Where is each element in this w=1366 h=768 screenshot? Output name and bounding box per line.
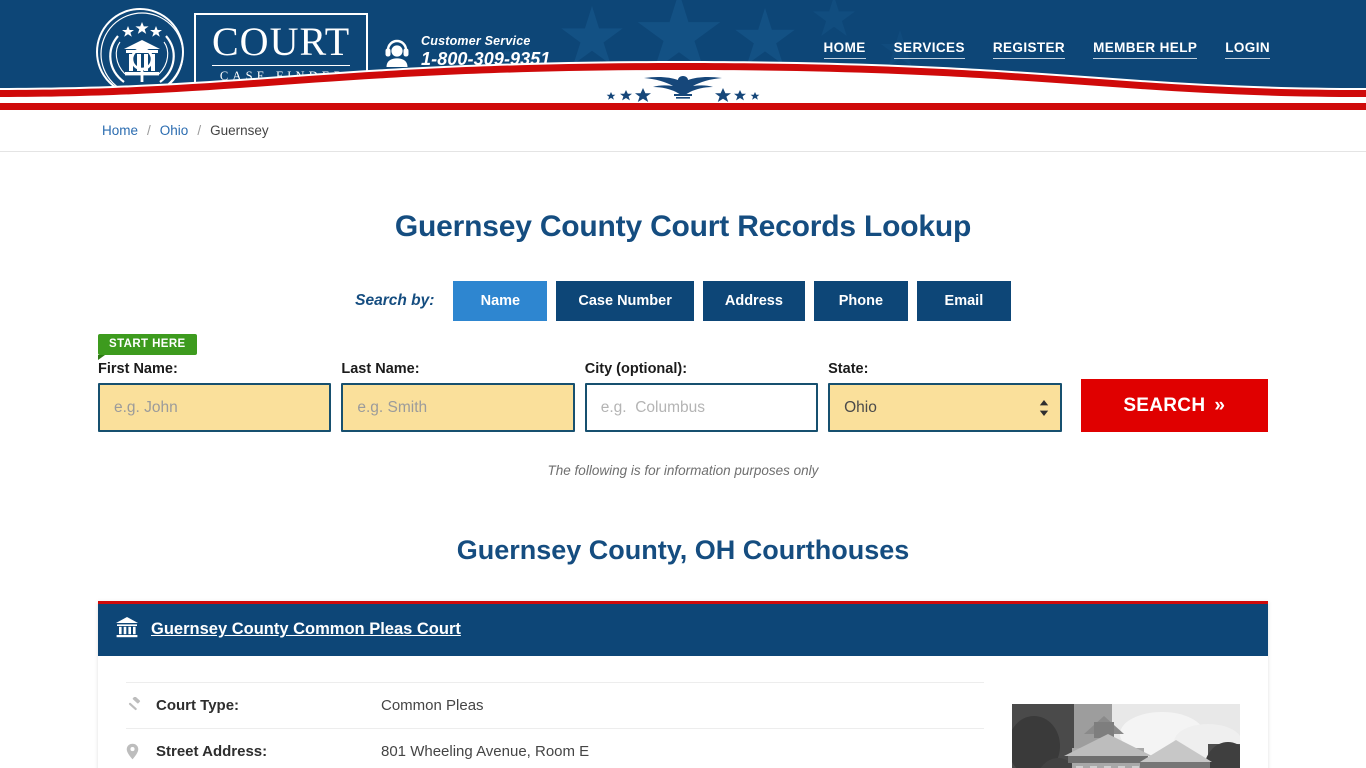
nav-item-register[interactable]: REGISTER [992,40,1066,59]
courthouse-detail-list: Court Type: Common Pleas Street Address:… [126,678,984,768]
breadcrumb-bar: Home / Ohio / Guernsey [0,110,1366,152]
nav-item-home[interactable]: HOME [823,40,866,59]
state-label: State: [828,361,869,377]
bank-courthouse-icon [115,616,139,643]
breadcrumb-item-home[interactable]: Home [102,123,138,138]
tab-name[interactable]: Name [453,281,548,321]
eagle-emblem-icon [588,72,778,102]
nav-item-services[interactable]: SERVICES [893,40,965,59]
courthouse-name-link[interactable]: Guernsey County Common Pleas Court [151,620,461,639]
tab-address[interactable]: Address [702,281,805,321]
detail-row: Court Type: Common Pleas [126,681,984,729]
tab-phone[interactable]: Phone [813,281,908,321]
courthouse-photo [1012,678,1240,768]
main-navigation: HOME SERVICES REGISTER MEMBER HELP LOGIN [823,40,1270,59]
detail-value: Common Pleas [381,696,484,714]
last-name-field-group: Last Name: [341,361,575,432]
city-field-group: City (optional): [584,361,819,432]
tab-email[interactable]: Email [916,281,1011,321]
detail-value: 801 Wheeling Avenue, Room E [381,743,590,760]
customer-service-block: Customer Service 1-800-309-9351 [383,34,551,70]
map-pin-icon [126,743,156,760]
customer-service-phone[interactable]: 1-800-309-9351 [421,49,551,70]
search-form-zone: START HERE First Name: Last Name: City (… [98,334,1269,432]
breadcrumb-item-current: Guernsey [210,123,269,138]
breadcrumb-item-ohio[interactable]: Ohio [160,123,189,138]
gavel-icon [126,697,156,713]
information-purposes-disclaimer: The following is for information purpose… [547,463,819,478]
site-logo[interactable]: COURT CASE FINDER [96,8,369,96]
logo-secondary-text: CASE FINDER [219,69,347,84]
customer-service-label: Customer Service [421,34,531,48]
breadcrumb-separator: / [147,123,151,138]
search-button[interactable]: SEARCH » [1080,379,1269,432]
search-by-label: Search by: [355,292,435,309]
last-name-label: Last Name: [341,361,420,377]
page-title: Guernsey County Court Records Lookup [394,210,972,243]
logo-wordmark: COURT CASE FINDER [194,13,369,91]
court-search-form: First Name: Last Name: City (optional): … [98,334,1269,432]
courthouse-card-header: Guernsey County Common Pleas Court [98,603,1268,656]
breadcrumb: Home / Ohio / Guernsey [98,123,1268,138]
detail-label: Court Type: [156,696,240,714]
site-header: COURT CASE FINDER Customer Service 1-800… [0,0,1366,103]
page-body: Guernsey County Court Records Lookup Sea… [0,152,1366,768]
nav-item-login[interactable]: LOGIN [1225,40,1270,59]
city-input[interactable] [584,383,819,432]
first-name-label: First Name: [98,361,178,377]
nav-item-member-help[interactable]: MEMBER HELP [1093,40,1198,59]
breadcrumb-separator: / [197,123,202,138]
header-red-stripe [0,103,1366,110]
headset-agent-icon [383,36,411,68]
first-name-input[interactable] [98,383,332,432]
search-button-label: SEARCH [1123,394,1206,416]
courthouse-card-body: Court Type: Common Pleas Street Address:… [98,656,1268,768]
first-name-field-group: First Name: [98,361,332,432]
state-select[interactable]: Ohio [828,383,1062,432]
double-chevron-right-icon: » [1214,394,1226,416]
logo-primary-text: COURT [212,19,351,67]
last-name-input[interactable] [341,383,575,432]
start-here-badge: START HERE [98,334,197,360]
detail-label: Street Address: [156,743,268,760]
city-label: City (optional): [584,361,688,377]
courthouse-card: Guernsey County Common Pleas Court Court… [98,600,1268,768]
tab-case-number[interactable]: Case Number [556,281,694,321]
court-seal-icon [96,8,184,96]
courthouses-section-title: Guernsey County, OH Courthouses [456,534,910,565]
search-by-tabs: Search by: Name Case Number Address Phon… [98,281,1268,321]
state-field-group: State: Ohio [828,361,1062,432]
detail-row: Street Address: 801 Wheeling Avenue, Roo… [126,729,984,768]
